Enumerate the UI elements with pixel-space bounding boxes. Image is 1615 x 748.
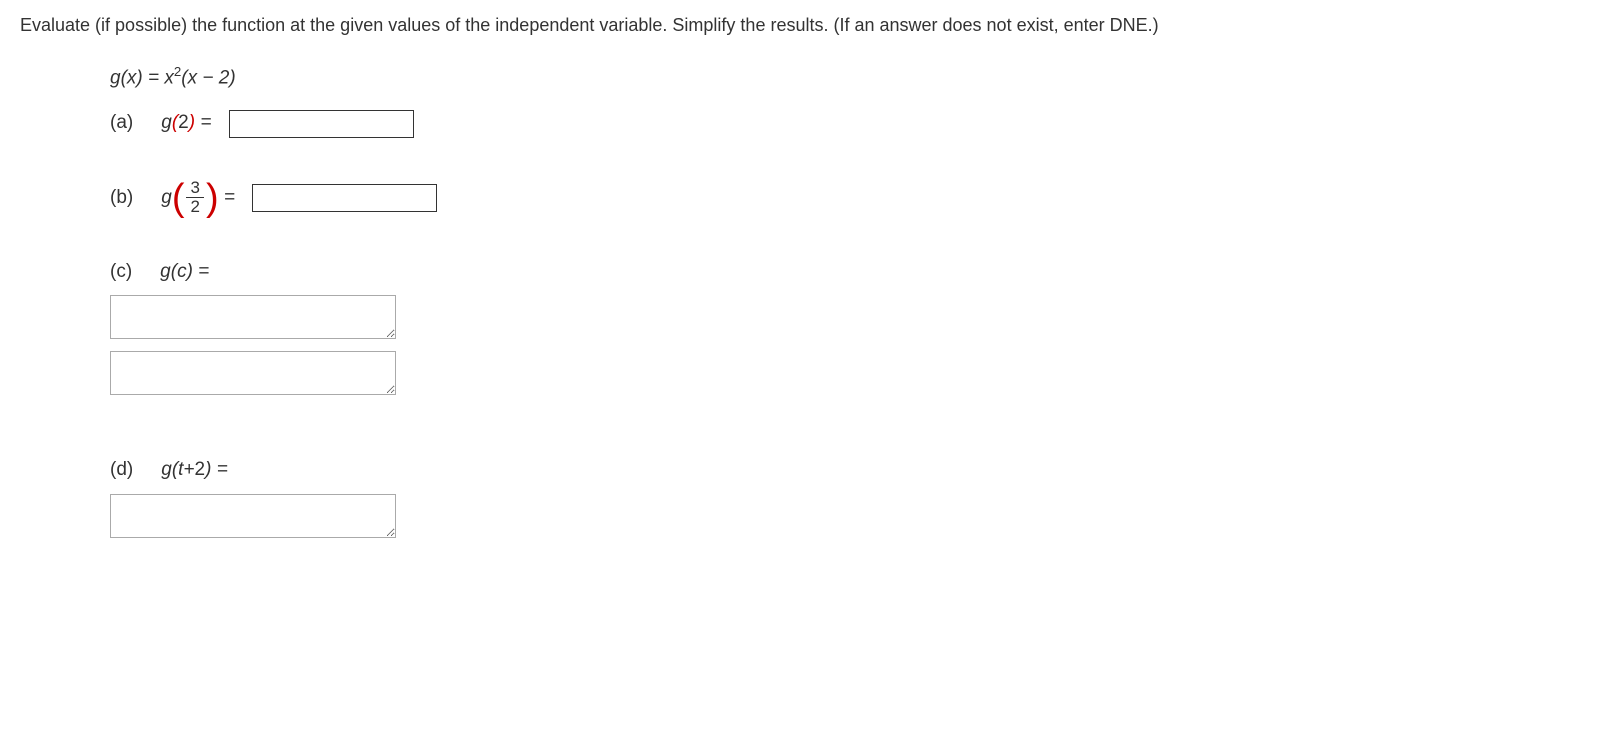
part-c-label: (c): [110, 257, 132, 287]
part-a-expression: g(2) =: [161, 108, 216, 138]
func-const: 2: [219, 67, 230, 88]
part-c-input-1[interactable]: [110, 295, 396, 339]
part-b: (b) g(32) =: [110, 179, 1595, 217]
part-b-input[interactable]: [252, 184, 437, 212]
problem-instructions: Evaluate (if possible) the function at t…: [20, 10, 1595, 41]
part-a: (a) g(2) =: [110, 108, 1595, 138]
part-c-input-2[interactable]: [110, 351, 396, 395]
part-d-input[interactable]: [110, 494, 396, 538]
part-b-label: (b): [110, 183, 133, 213]
func-exp: 2: [174, 64, 181, 79]
part-d: (d) g(t + 2) =: [110, 455, 1595, 537]
func-var-rhs: x: [164, 67, 174, 88]
part-d-label: (d): [110, 455, 133, 485]
func-var: x: [127, 67, 137, 88]
part-c: (c) g(c) =: [110, 257, 1595, 395]
problem-content: g(x) = x2(x − 2) (a) g(2) = (b) g(32) = …: [20, 61, 1595, 538]
function-definition: g(x) = x2(x − 2): [110, 61, 1595, 94]
part-d-expression: g(t + 2) =: [161, 455, 228, 485]
func-var-paren: x: [188, 67, 198, 88]
part-a-label: (a): [110, 108, 133, 138]
func-name: g: [110, 67, 121, 88]
part-c-expression: g(c) =: [160, 257, 209, 287]
part-b-expression: g(32) =: [161, 179, 240, 217]
part-a-input[interactable]: [229, 110, 414, 138]
